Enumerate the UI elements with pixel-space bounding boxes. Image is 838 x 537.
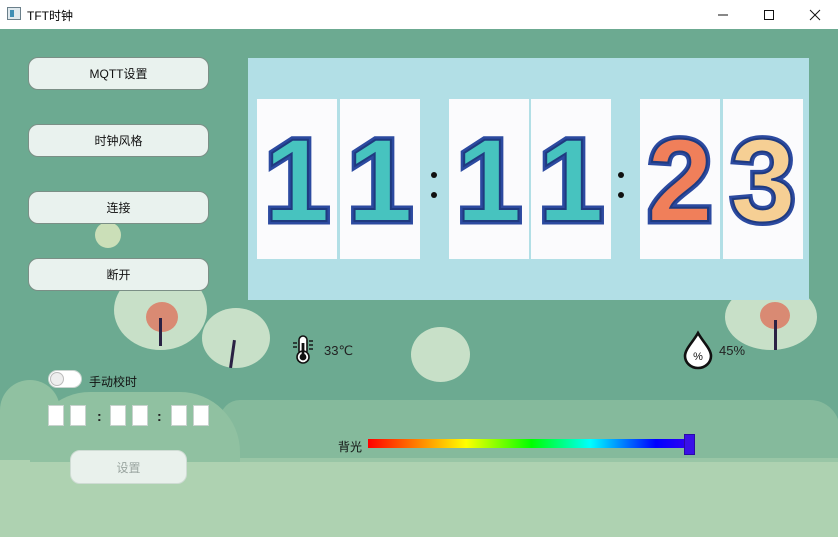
close-button[interactable] bbox=[792, 0, 838, 29]
hour-tens-digit: 1 1 bbox=[257, 99, 337, 259]
digit-text: 1 bbox=[456, 115, 522, 247]
clock-style-button[interactable]: 时钟风格 bbox=[28, 124, 209, 157]
humidity-value: 45% bbox=[719, 343, 746, 358]
digit-text: 2 bbox=[647, 115, 713, 247]
colon-dot bbox=[431, 192, 437, 198]
bush-decoration bbox=[220, 400, 838, 462]
humidity-icon-label: % bbox=[693, 351, 703, 363]
bubble-decoration bbox=[411, 327, 470, 382]
bubble-decoration bbox=[202, 308, 270, 368]
clock-display: 1 1 1 1 1 1 1 1 2 2 3 3 bbox=[248, 58, 809, 300]
hour-ones-digit: 1 1 bbox=[340, 99, 420, 259]
digit-text: 1 bbox=[347, 115, 413, 247]
digit-glyph: 1 1 bbox=[453, 112, 526, 251]
manual-time-label: 手动校时 bbox=[89, 375, 138, 389]
stem-decoration bbox=[774, 320, 777, 350]
minute-tens-input[interactable] bbox=[110, 405, 126, 426]
digit-glyph: 3 3 bbox=[727, 112, 800, 251]
digit-text: 1 bbox=[538, 115, 604, 247]
backlight-slider-track[interactable] bbox=[368, 439, 695, 448]
stem-decoration bbox=[159, 318, 162, 346]
colon-dot bbox=[431, 172, 437, 178]
colon-dot bbox=[618, 172, 624, 178]
maximize-button[interactable] bbox=[746, 0, 792, 29]
disconnect-button[interactable]: 断开 bbox=[28, 258, 209, 291]
temperature-value: 33℃ bbox=[324, 343, 354, 358]
second-ones-input[interactable] bbox=[193, 405, 209, 426]
app-icon bbox=[7, 7, 21, 20]
toggle-knob bbox=[50, 372, 64, 386]
second-ones-digit: 3 3 bbox=[723, 99, 803, 259]
window-title: TFT时钟 bbox=[27, 9, 73, 23]
digit-glyph: 1 1 bbox=[344, 112, 417, 251]
hour-tens-input[interactable] bbox=[48, 405, 64, 426]
minute-tens-digit: 1 1 bbox=[449, 99, 529, 259]
minimize-button[interactable] bbox=[700, 0, 746, 29]
title-bar: TFT时钟 bbox=[0, 0, 838, 29]
maximize-icon bbox=[764, 9, 774, 20]
close-icon bbox=[809, 9, 821, 20]
thermometer-icon bbox=[293, 335, 313, 364]
manual-time-toggle[interactable] bbox=[48, 370, 82, 388]
time-separator: : bbox=[157, 408, 162, 424]
digit-text: 3 bbox=[730, 115, 796, 247]
digit-text: 1 bbox=[264, 115, 330, 247]
hour-ones-input[interactable] bbox=[70, 405, 86, 426]
digit-glyph: 1 1 bbox=[535, 112, 608, 251]
backlight-label: 背光 bbox=[338, 440, 363, 454]
backlight-slider-handle[interactable] bbox=[684, 434, 695, 455]
bubble-decoration bbox=[95, 222, 121, 248]
digit-glyph: 1 1 bbox=[261, 112, 334, 251]
mqtt-settings-button[interactable]: MQTT设置 bbox=[28, 57, 209, 90]
second-tens-digit: 2 2 bbox=[640, 99, 720, 259]
time-separator: : bbox=[97, 408, 102, 424]
second-tens-input[interactable] bbox=[171, 405, 187, 426]
digit-glyph: 2 2 bbox=[644, 112, 717, 251]
colon-dot bbox=[618, 192, 624, 198]
water-drop-icon: % bbox=[683, 330, 713, 370]
minute-ones-input[interactable] bbox=[132, 405, 148, 426]
minute-ones-digit: 1 1 bbox=[531, 99, 611, 259]
connect-button[interactable]: 连接 bbox=[28, 191, 209, 224]
minimize-icon bbox=[718, 14, 728, 15]
set-time-button[interactable]: 设置 bbox=[70, 450, 187, 484]
fruit-decoration bbox=[146, 302, 178, 332]
